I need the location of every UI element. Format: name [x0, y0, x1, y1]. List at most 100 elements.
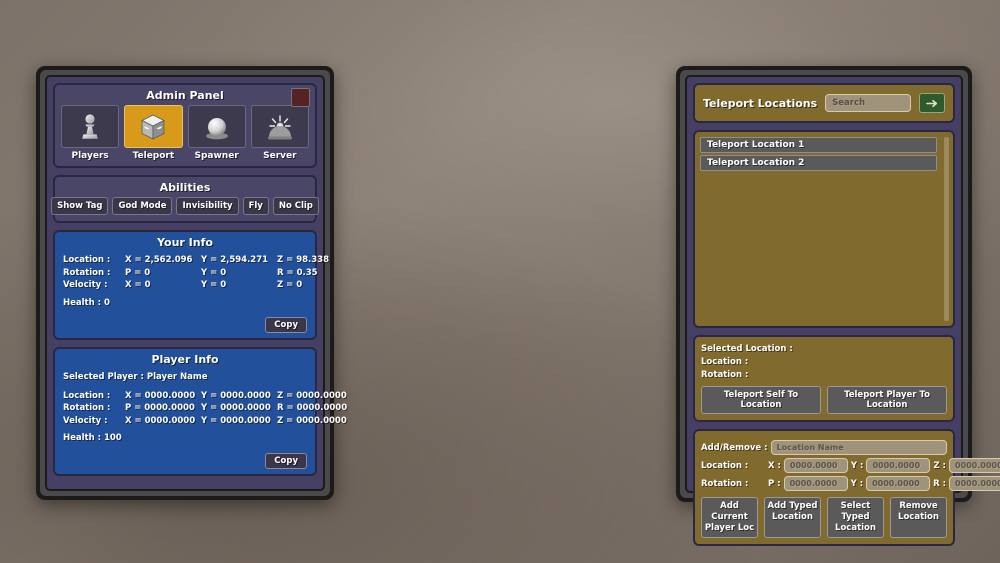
rotation-r-input[interactable]: 0000.0000	[949, 476, 1000, 491]
your-info-velocity-x: X = 0	[125, 280, 151, 290]
cube-icon	[124, 105, 183, 148]
player-info-health: Health : 100	[63, 433, 122, 443]
selected-location-label: Selected Location :	[701, 344, 793, 354]
ability-show-tag-button[interactable]: Show Tag	[51, 197, 109, 215]
admin-tab-bar: Players Teleport Spawner Server	[55, 105, 315, 166]
player-info-location-z: Z = 0000.0000	[277, 390, 347, 401]
location-z-prefix: Z :	[933, 460, 946, 471]
ability-fly-button[interactable]: Fly	[242, 197, 269, 215]
abilities-button-row: Show Tag God Mode Invisibility Fly No Cl…	[51, 197, 319, 221]
location-name-input[interactable]: Location Name	[770, 440, 947, 455]
teleport-header: Teleport Locations Search	[701, 91, 947, 115]
tab-players[interactable]: Players	[61, 105, 120, 161]
admin-panel-window: Admin Panel Players Teleport Spawner Ser…	[36, 66, 347, 500]
list-item[interactable]: Teleport Location 1	[700, 137, 937, 153]
admin-panel-titlebar: Admin Panel	[55, 85, 315, 107]
player-info-velocity-row: Velocity : X = 0000.0000 Y = 0000.0000 Z…	[63, 415, 347, 428]
tab-spawner[interactable]: Spawner	[187, 105, 246, 161]
player-info-rotation-p: P = 0000.0000	[125, 403, 195, 413]
your-info-rotation-row: Rotation : P = 0 Y = 0 R = 0.35	[63, 267, 318, 280]
player-info-rotation-label: Rotation :	[63, 403, 111, 413]
player-info-panel: Player Info Selected Player : Player Nam…	[53, 347, 347, 476]
admin-window-inner-frame: Admin Panel Players Teleport Spawner Ser…	[40, 70, 347, 496]
your-info-location-row: Location : X = 2,562.096 Y = 2,594.271 Z…	[63, 254, 329, 267]
location-z-input[interactable]: 0000.0000	[948, 458, 1000, 473]
selected-location-group: Selected Location : Location : Rotation …	[693, 335, 955, 422]
remove-location-button[interactable]: Remove Location	[890, 497, 947, 538]
pawn-icon	[61, 105, 120, 148]
add-remove-name-row: Add/Remove : Location Name	[701, 440, 947, 455]
player-info-rotation-y: Y = 0000.0000	[201, 403, 271, 413]
close-icon[interactable]	[291, 88, 310, 107]
player-info-rotation-row: Rotation : P = 0000.0000 Y = 0000.0000 R…	[63, 402, 347, 415]
teleport-location-list[interactable]: Teleport Location 1 Teleport Location 2	[693, 130, 955, 328]
rotation-p-input[interactable]: 0000.0000	[783, 476, 848, 491]
add-remove-rotation-label: Rotation :	[701, 478, 749, 489]
add-current-player-loc-line2: Player Loc	[704, 523, 755, 533]
teleport-locations-window: Teleport Locations Search Teleport Locat…	[676, 66, 1000, 546]
rotation-r-prefix: R :	[933, 478, 947, 489]
remove-location-line1: Remove	[899, 501, 938, 511]
arrow-right-icon[interactable]	[919, 93, 945, 113]
your-info-rows: Location : X = 2,562.096 Y = 2,594.271 Z…	[55, 254, 329, 309]
sphere-icon	[187, 105, 246, 148]
ability-no-clip-button[interactable]: No Clip	[272, 197, 319, 215]
remove-location-line2: Location	[898, 512, 939, 522]
add-current-player-loc-button[interactable]: Add Current Player Loc	[701, 497, 758, 538]
list-item[interactable]: Teleport Location 2	[700, 155, 937, 171]
add-remove-rotation-row: Rotation : P : 0000.0000 Y : 0000.0000 R…	[701, 476, 1000, 491]
your-info-location-label: Location :	[63, 255, 111, 265]
your-info-rotation-y: Y = 0	[201, 267, 227, 278]
tab-teleport-label: Teleport	[132, 151, 175, 161]
player-info-velocity-x: X = 0000.0000	[125, 415, 196, 426]
player-info-location-y: Y = 0000.0000	[201, 390, 271, 401]
beacon-icon	[250, 105, 309, 148]
your-info-location-y: Y = 2,594.271	[201, 255, 269, 265]
your-info-location-x: X = 2,562.096	[125, 255, 193, 265]
admin-panel-title: Admin Panel	[146, 89, 224, 102]
your-info-copy-button[interactable]: Copy	[265, 317, 307, 333]
ability-god-mode-button[interactable]: God Mode	[112, 197, 173, 215]
admin-panel-group: Admin Panel Players Teleport Spawner Ser…	[53, 83, 317, 168]
add-current-player-loc-line1: Add Current	[711, 501, 748, 522]
search-input[interactable]: Search	[825, 94, 911, 112]
player-info-copy-button[interactable]: Copy	[265, 452, 307, 469]
your-info-health: Health : 0	[63, 297, 110, 308]
location-x-input[interactable]: 0000.0000	[783, 458, 848, 473]
list-scrollbar[interactable]	[944, 137, 949, 321]
player-info-rotation-r: R = 0000.0000	[277, 403, 348, 413]
select-typed-location-button[interactable]: Select Typed Location	[827, 497, 884, 538]
selected-rotation-value: Rotation :	[701, 370, 749, 380]
tab-teleport[interactable]: Teleport	[124, 105, 183, 161]
rotation-y-input[interactable]: 0000.0000	[866, 476, 931, 491]
tab-server-label: Server	[263, 151, 297, 161]
teleport-player-to-location-button[interactable]: Teleport Player To Location	[827, 386, 947, 414]
player-info-title: Player Info	[151, 353, 219, 366]
location-y-input[interactable]: 0000.0000	[866, 458, 931, 473]
add-remove-location-row: Location : X : 0000.0000 Y : 0000.0000 Z…	[701, 458, 1000, 473]
tab-spawner-label: Spawner	[194, 151, 239, 161]
teleport-window-body: Teleport Locations Search Teleport Locat…	[685, 75, 1000, 546]
player-info-rows: Selected Player : Player Name Location :…	[55, 371, 347, 445]
your-info-velocity-row: Velocity : X = 0 Y = 0 Z = 0	[63, 279, 307, 292]
your-info-location-z: Z = 98.338	[277, 255, 330, 265]
abilities-group: Abilities Show Tag God Mode Invisibility…	[51, 175, 319, 223]
admin-window-body: Admin Panel Players Teleport Spawner Ser…	[45, 75, 347, 491]
location-y-prefix: Y :	[850, 460, 864, 471]
location-x-prefix: X :	[768, 460, 781, 471]
your-info-title: Your Info	[157, 236, 213, 249]
your-info-rotation-r: R = 0.35	[277, 267, 318, 278]
your-info-velocity-y: Y = 0	[201, 280, 227, 290]
tab-server[interactable]: Server	[250, 105, 309, 161]
select-typed-location-line1: Select Typed	[840, 501, 871, 522]
teleport-action-row: Teleport Self To Location Teleport Playe…	[701, 386, 947, 414]
your-info-velocity-label: Velocity :	[63, 280, 108, 290]
teleport-self-to-location-button[interactable]: Teleport Self To Location	[701, 386, 821, 414]
add-remove-button-row: Add Current Player Loc Add Typed Locatio…	[701, 497, 947, 538]
add-typed-location-button[interactable]: Add Typed Location	[764, 497, 821, 538]
abilities-title: Abilities	[159, 181, 211, 194]
add-remove-group: Add/Remove : Location Name Location : X …	[693, 429, 1000, 546]
add-typed-location-line2: Location	[772, 512, 813, 522]
teleport-header-group: Teleport Locations Search	[693, 83, 955, 123]
ability-invisibility-button[interactable]: Invisibility	[176, 197, 239, 215]
